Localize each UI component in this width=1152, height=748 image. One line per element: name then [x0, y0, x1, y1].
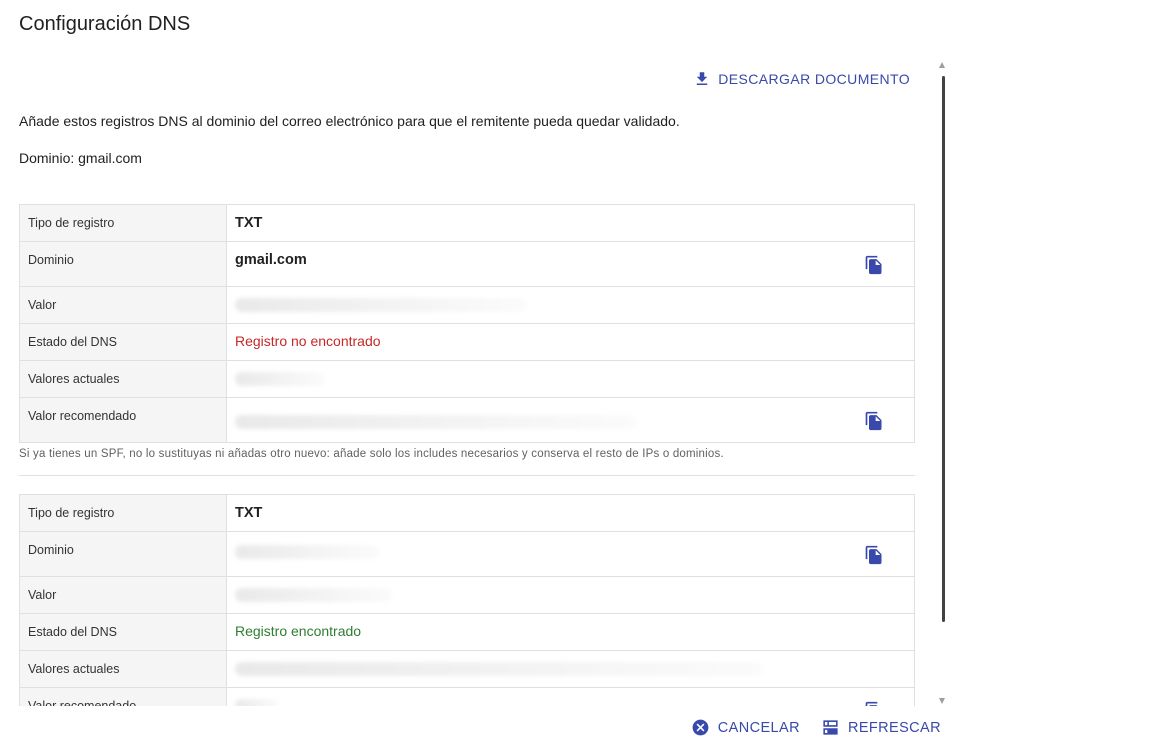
dns-status-label: Estado del DNS	[19, 323, 227, 361]
table-row: Valores actuales	[19, 650, 915, 688]
copy-icon	[865, 411, 882, 431]
domain-line: Dominio: gmail.com	[19, 150, 142, 166]
redacted-value	[235, 372, 325, 387]
refresh-button[interactable]: REFRESCAR	[821, 718, 941, 737]
copy-domain-button[interactable]	[864, 544, 884, 566]
scroll-down-arrow-icon[interactable]	[939, 698, 945, 704]
table-row: Tipo de registro TXT	[19, 494, 915, 532]
recommended-value-label: Valor recomendado	[19, 397, 227, 443]
domain-label: Dominio	[19, 241, 227, 287]
redacted-value	[235, 415, 637, 429]
table-row: Valor	[19, 286, 915, 324]
current-values-label: Valores actuales	[19, 360, 227, 398]
record-type-value: TXT	[235, 215, 263, 231]
table-row: Estado del DNS Registro encontrado	[19, 613, 915, 651]
table-row: Tipo de registro TXT	[19, 204, 915, 242]
refresh-label: REFRESCAR	[847, 719, 941, 736]
redacted-value	[235, 298, 527, 313]
copy-recommended-value-button[interactable]	[864, 410, 884, 432]
download-icon	[697, 72, 708, 85]
table-row: Valor	[19, 576, 915, 614]
dialog-actions: CANCELAR REFRESCAR	[670, 718, 941, 737]
dns-record-table-1: Tipo de registro TXT Dominio gmail.com V…	[19, 204, 915, 443]
table-row: Valor recomendado	[19, 397, 915, 443]
redacted-value	[235, 545, 380, 560]
refresh-list-icon	[823, 720, 838, 735]
copy-domain-button[interactable]	[864, 254, 884, 276]
dns-record-table-2: Tipo de registro TXT Dominio Valor Estad…	[19, 494, 915, 706]
table-row: Valor recomendado	[19, 687, 915, 706]
copy-recommended-value-button[interactable]	[864, 700, 884, 706]
table-row: Valores actuales	[19, 360, 915, 398]
record-type-label: Tipo de registro	[19, 204, 227, 242]
dialog-content[interactable]: DESCARGAR DOCUMENTO Añade estos registro…	[0, 58, 940, 706]
recommended-value-label: Valor recomendado	[19, 687, 227, 706]
domain-value: gmail.com	[235, 252, 307, 268]
value-label: Valor	[19, 576, 227, 614]
copy-icon	[865, 255, 882, 275]
dns-status-value: Registro encontrado	[235, 623, 362, 639]
copy-icon	[865, 701, 878, 706]
redacted-value	[235, 662, 763, 677]
redacted-value	[235, 588, 393, 603]
dns-status-label: Estado del DNS	[19, 613, 227, 651]
redacted-value	[235, 699, 279, 706]
current-values-label: Valores actuales	[19, 650, 227, 688]
value-label: Valor	[19, 286, 227, 324]
scrollbar[interactable]	[938, 62, 946, 704]
copy-icon	[865, 545, 882, 565]
download-document-label: DESCARGAR DOCUMENTO	[718, 71, 910, 87]
dns-status-value: Registro no encontrado	[235, 333, 381, 349]
table-row: Estado del DNS Registro no encontrado	[19, 323, 915, 361]
domain-label: Dominio	[19, 531, 227, 577]
table-row: Dominio	[19, 531, 915, 577]
cancel-button[interactable]: CANCELAR	[691, 718, 800, 737]
scrollbar-thumb[interactable]	[942, 76, 945, 622]
cancel-label: CANCELAR	[717, 719, 800, 736]
record-type-value: TXT	[235, 505, 263, 521]
intro-text: Añade estos registros DNS al dominio del…	[19, 113, 680, 129]
dialog-title: Configuración DNS	[19, 13, 191, 35]
download-document-button[interactable]: DESCARGAR DOCUMENTO	[693, 70, 910, 88]
spf-note: Si ya tienes un SPF, no lo sustituyas ni…	[19, 448, 724, 460]
cancel-circle-icon	[692, 719, 709, 736]
record-type-label: Tipo de registro	[19, 494, 227, 532]
section-divider	[19, 475, 915, 476]
table-row: Dominio gmail.com	[19, 241, 915, 287]
scroll-up-arrow-icon[interactable]	[939, 62, 945, 68]
